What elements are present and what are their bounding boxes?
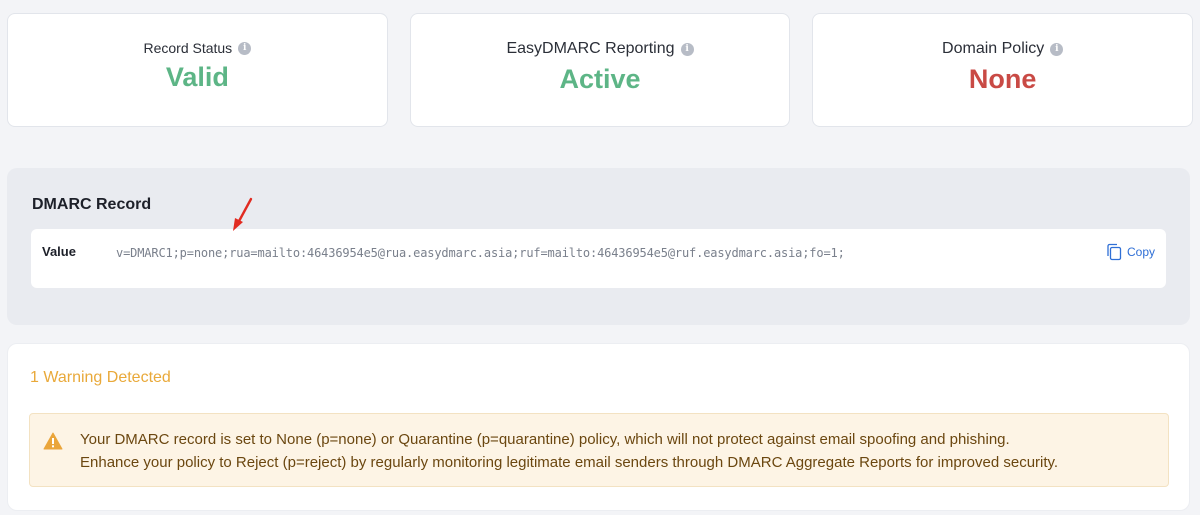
warning-line-1: Your DMARC record is set to None (p=none… xyxy=(80,431,1010,448)
warnings-panel: 1 Warning Detected Your DMARC record is … xyxy=(7,343,1190,511)
value-label: Value xyxy=(42,244,76,259)
reporting-value: Active xyxy=(559,64,641,94)
warning-line-2: Enhance your policy to Reject (p=reject)… xyxy=(80,454,1059,471)
status-cards: Record Status i Valid EasyDMARC Reportin… xyxy=(7,13,1194,127)
warning-message: Your DMARC record is set to None (p=none… xyxy=(80,428,1165,474)
warning-triangle-icon xyxy=(43,432,63,450)
info-icon[interactable]: i xyxy=(238,41,252,55)
red-arrow-icon xyxy=(233,197,253,231)
warning-alert: Your DMARC record is set to None (p=none… xyxy=(29,413,1169,487)
warnings-title[interactable]: 1 Warning Detected xyxy=(30,369,171,387)
copy-icon xyxy=(1107,243,1122,261)
dmarc-record-box: Value v=DMARC1;p=none;rua=mailto:4643695… xyxy=(31,229,1166,288)
reporting-card: EasyDMARC Reporting i Active xyxy=(409,13,791,127)
dmarc-record-panel: DMARC Record Value v=DMARC1;p=none;rua=m… xyxy=(7,168,1190,325)
record-status-label: Record Status i xyxy=(143,40,252,56)
domain-policy-card: Domain Policy i None xyxy=(812,13,1194,127)
domain-policy-label-text: Domain Policy xyxy=(942,40,1045,57)
record-status-label-text: Record Status xyxy=(143,40,233,56)
record-status-value: Valid xyxy=(165,62,229,92)
copy-button[interactable]: Copy xyxy=(1106,243,1155,261)
info-icon[interactable]: i xyxy=(1050,42,1064,56)
domain-policy-value: None xyxy=(968,64,1037,94)
record-status-card: Record Status i Valid xyxy=(7,13,388,127)
copy-label: Copy xyxy=(1126,245,1155,259)
reporting-label-text: EasyDMARC Reporting xyxy=(506,40,675,57)
dmarc-record-value[interactable]: v=DMARC1;p=none;rua=mailto:46436954e5@ru… xyxy=(116,246,845,260)
info-icon[interactable]: i xyxy=(680,42,694,56)
dmarc-record-title: DMARC Record xyxy=(32,196,152,213)
domain-policy-label: Domain Policy i xyxy=(942,40,1064,58)
reporting-label: EasyDMARC Reporting i xyxy=(506,40,694,58)
